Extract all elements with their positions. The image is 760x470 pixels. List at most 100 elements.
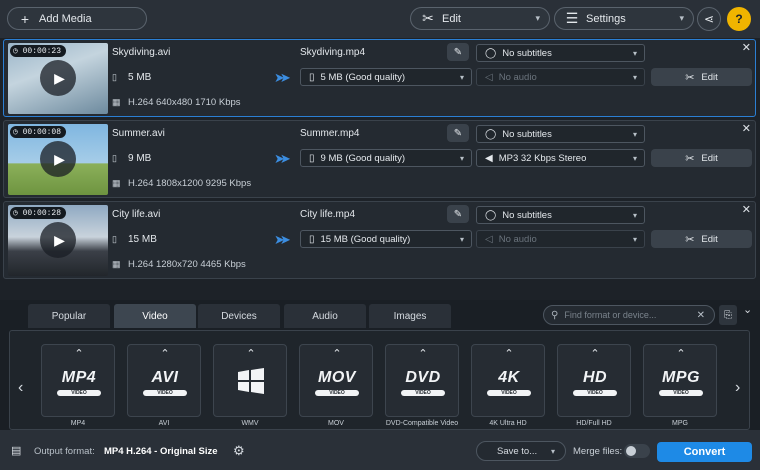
- edit-file-button[interactable]: ✂ Edit: [651, 149, 752, 167]
- tab-video[interactable]: Video: [114, 304, 196, 328]
- video-thumbnail[interactable]: ◷ 00:00:08 ▶: [8, 124, 108, 195]
- play-icon[interactable]: ▶: [40, 222, 76, 258]
- output-size-dropdown[interactable]: ▯ 5 MB (Good quality) ▾: [300, 68, 472, 86]
- settings-icon: ☰: [565, 10, 579, 26]
- file-row[interactable]: ◷ 00:00:08 ▶ Summer.avi ▯ 9 MB ▦ H.264 180…: [3, 120, 756, 198]
- tab-popular[interactable]: Popular: [28, 304, 110, 328]
- chevron-up-icon[interactable]: ⌃: [386, 347, 460, 360]
- play-icon[interactable]: ▶: [40, 141, 76, 177]
- merge-files-toggle[interactable]: [624, 444, 650, 458]
- chevron-down-icon: ▾: [459, 72, 464, 82]
- format-info-button[interactable]: ⎘: [719, 305, 737, 325]
- subtitles-dropdown[interactable]: ◯ No subtitles ▾: [476, 125, 645, 143]
- scroll-right-icon[interactable]: ›: [735, 379, 740, 397]
- edit-file-button[interactable]: ✂ Edit: [651, 68, 752, 86]
- file-row[interactable]: ◷ 00:00:23 ▶ Skydiving.avi ▯ 5 MB ▦ H.264 …: [3, 39, 756, 117]
- format-label: WMV: [241, 420, 259, 427]
- output-size-dropdown[interactable]: ▯ 15 MB (Good quality) ▾: [300, 230, 472, 248]
- remove-file-icon[interactable]: ✕: [742, 122, 751, 135]
- chevron-down-icon: ▾: [459, 234, 464, 244]
- output-format-value[interactable]: MP4 H.264 - Original Size: [104, 446, 218, 457]
- rename-button[interactable]: ✎: [447, 205, 469, 223]
- help-button[interactable]: ?: [727, 7, 751, 31]
- film-icon: ▦: [112, 97, 121, 107]
- format-tile[interactable]: ⌃ MP4 VIDEO: [41, 344, 115, 417]
- rename-button[interactable]: ✎: [447, 124, 469, 142]
- chevron-up-icon[interactable]: ⌃: [214, 347, 288, 360]
- chevron-up-icon[interactable]: ⌃: [472, 347, 546, 360]
- source-file-name: Skydiving.avi: [112, 47, 171, 58]
- video-thumbnail[interactable]: ◷ 00:00:28 ▶: [8, 205, 108, 276]
- edit-label: Edit: [442, 12, 461, 25]
- output-size-dropdown[interactable]: ▯ 9 MB (Good quality) ▾: [300, 149, 472, 167]
- chevron-up-icon[interactable]: ⌃: [300, 347, 374, 360]
- chevron-up-icon[interactable]: ⌃: [644, 347, 718, 360]
- subtitles-dropdown[interactable]: ◯ No subtitles ▾: [476, 44, 645, 62]
- mp4-logo: MP4: [61, 369, 97, 386]
- gear-icon[interactable]: ⚙: [233, 443, 245, 459]
- format-dvd[interactable]: ⌃ DVD VIDEO DVD-Compatible Video: [385, 344, 459, 427]
- clear-search-icon[interactable]: ✕: [697, 310, 705, 321]
- 4k-logo: 4K: [498, 369, 520, 386]
- share-button[interactable]: ⋖: [697, 7, 721, 31]
- edit-dropdown[interactable]: ✂ Edit ▾: [410, 7, 550, 30]
- convert-button[interactable]: Convert: [657, 442, 752, 462]
- add-media-label: Add Media: [39, 12, 92, 25]
- source-codec-info: ▦ H.264 1808x1200 9295 Kbps: [112, 178, 252, 189]
- settings-dropdown[interactable]: ☰ Settings ▾: [554, 7, 694, 30]
- chevron-up-icon[interactable]: ⌃: [42, 347, 116, 360]
- tab-devices[interactable]: Devices: [198, 304, 280, 328]
- audio-dropdown[interactable]: ◀ MP3 32 Kbps Stereo ▾: [476, 149, 645, 167]
- tools-icon: ✂: [685, 152, 695, 165]
- pencil-icon: ✎: [453, 208, 463, 220]
- output-format-label: Output format:: [34, 446, 95, 457]
- format-mpg[interactable]: ⌃ MPG VIDEO MPG: [643, 344, 717, 427]
- rename-button[interactable]: ✎: [447, 43, 469, 61]
- scroll-left-icon[interactable]: ‹: [18, 379, 23, 397]
- convert-arrow-icon: ➤➤: [274, 232, 291, 247]
- format-label: DVD-Compatible Video: [385, 420, 459, 427]
- format-tile[interactable]: ⌃ HD VIDEO: [557, 344, 631, 417]
- format-label: AVI: [158, 420, 170, 427]
- file-icon: ▯: [309, 71, 315, 83]
- chevron-up-icon[interactable]: ⌃: [128, 347, 202, 360]
- help-icon: ?: [735, 12, 743, 26]
- file-icon: ▯: [309, 152, 315, 164]
- video-badge: VIDEO: [487, 390, 531, 396]
- subtitles-dropdown[interactable]: ◯ No subtitles ▾: [476, 206, 645, 224]
- format-search-input[interactable]: ⚲ Find format or device... ✕: [543, 305, 715, 325]
- format-tile[interactable]: ⌃ DVD VIDEO: [385, 344, 459, 417]
- speech-bubble-icon: ◯: [485, 47, 497, 59]
- format-tile[interactable]: ⌃: [213, 344, 287, 417]
- format-tile[interactable]: ⌃ 4K VIDEO: [471, 344, 545, 417]
- format-mp4[interactable]: ⌃ MP4 VIDEO MP4: [41, 344, 115, 427]
- chevron-down-icon: ▾: [632, 153, 637, 163]
- format-tile[interactable]: ⌃ MOV VIDEO: [299, 344, 373, 417]
- remove-file-icon[interactable]: ✕: [742, 41, 751, 54]
- collapse-panel-icon[interactable]: ⌄: [743, 303, 752, 316]
- format-4k[interactable]: ⌃ 4K VIDEO 4K Ultra HD: [471, 344, 545, 427]
- format-tile[interactable]: ⌃ MPG VIDEO: [643, 344, 717, 417]
- play-icon[interactable]: ▶: [40, 60, 76, 96]
- add-media-button[interactable]: + Add Media: [7, 7, 147, 30]
- format-wmv[interactable]: ⌃ WMV: [213, 344, 287, 427]
- audio-dropdown[interactable]: ◁ No audio ▾: [476, 230, 645, 248]
- file-row[interactable]: ◷ 00:00:28 ▶ City life.avi ▯ 15 MB ▦ H.264…: [3, 201, 756, 279]
- save-to-dropdown[interactable]: Save to... ▾: [476, 441, 566, 461]
- chevron-up-icon[interactable]: ⌃: [558, 347, 632, 360]
- video-thumbnail[interactable]: ◷ 00:00:23 ▶: [8, 43, 108, 114]
- format-label: MOV: [328, 420, 344, 427]
- audio-dropdown[interactable]: ◁ No audio ▾: [476, 68, 645, 86]
- format-mov[interactable]: ⌃ MOV VIDEO MOV: [299, 344, 373, 427]
- file-list: ◷ 00:00:23 ▶ Skydiving.avi ▯ 5 MB ▦ H.264 …: [0, 38, 760, 300]
- tab-audio[interactable]: Audio: [284, 304, 366, 328]
- chevron-down-icon: ▾: [459, 153, 464, 163]
- remove-file-icon[interactable]: ✕: [742, 203, 751, 216]
- tab-images[interactable]: Images: [369, 304, 451, 328]
- format-hd[interactable]: ⌃ HD VIDEO HD/Full HD: [557, 344, 631, 427]
- format-avi[interactable]: ⌃ AVI VIDEO AVI: [127, 344, 201, 427]
- edit-file-button[interactable]: ✂ Edit: [651, 230, 752, 248]
- mpg-logo: MPG: [662, 369, 700, 386]
- format-tabs: Popular Video Devices Audio Images ⚲ Fin…: [0, 300, 760, 328]
- format-tile[interactable]: ⌃ AVI VIDEO: [127, 344, 201, 417]
